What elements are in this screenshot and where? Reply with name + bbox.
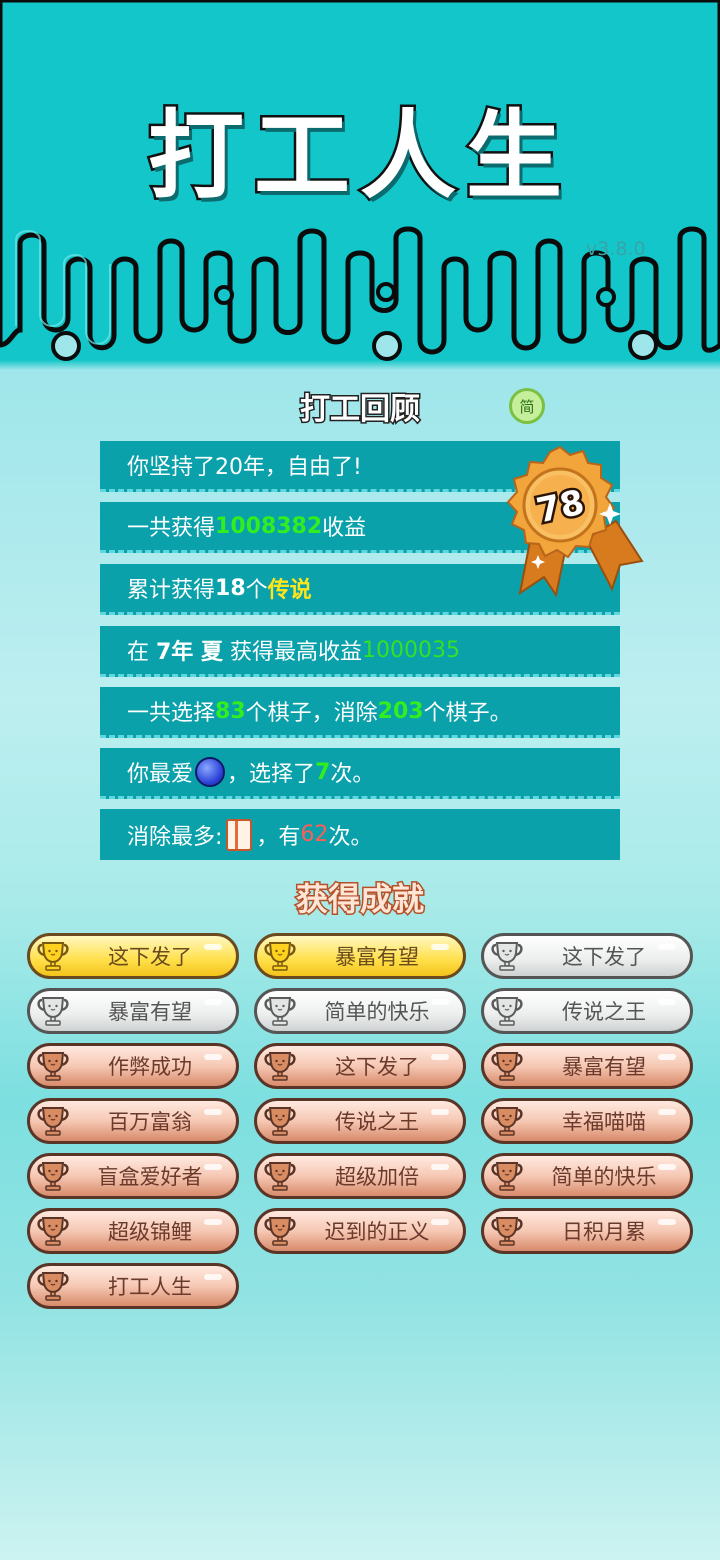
pill-highlight bbox=[431, 1219, 449, 1225]
pill-highlight bbox=[204, 944, 222, 950]
trophy-icon bbox=[264, 942, 296, 971]
stat-text: 收益 bbox=[322, 516, 367, 541]
pill-highlight bbox=[204, 1054, 222, 1060]
stat-value: 1008382 bbox=[215, 513, 323, 539]
stat-row-most-eliminated: 消除最多: ，有 62 次。 bbox=[100, 809, 620, 860]
trophy-icon bbox=[491, 997, 523, 1026]
pill-highlight bbox=[658, 1164, 676, 1170]
achievement-badge[interactable]: 百万富翁 bbox=[27, 1098, 239, 1144]
trophy-icon bbox=[264, 1217, 296, 1246]
score-medal-icon: 78 bbox=[506, 445, 644, 598]
stat-text: ，选择了 bbox=[227, 762, 316, 787]
achievement-badge[interactable]: 暴富有望 bbox=[481, 1043, 693, 1089]
trophy-icon bbox=[37, 1052, 69, 1081]
achievement-badge[interactable]: 简单的快乐 bbox=[481, 1153, 693, 1199]
achievement-badge[interactable]: 打工人生 bbox=[27, 1263, 239, 1309]
stat-value: 62 bbox=[300, 822, 329, 847]
review-section-title: 打工回顾 bbox=[299, 391, 422, 429]
stat-text: 你坚持了20年，自由了! bbox=[127, 455, 362, 480]
stat-row-pieces: 一共选择 83 个棋子，消除 203 个棋子。 bbox=[100, 687, 620, 738]
achievement-badge[interactable]: 暴富有望 bbox=[27, 988, 239, 1034]
trophy-icon bbox=[264, 1162, 296, 1191]
pill-highlight bbox=[658, 999, 676, 1005]
pill-highlight bbox=[431, 999, 449, 1005]
stat-text: 次。 bbox=[328, 824, 373, 850]
achievement-badge[interactable]: 这下发了 bbox=[27, 933, 239, 979]
pill-highlight bbox=[658, 944, 676, 950]
game-title: 打工人生 bbox=[146, 98, 572, 215]
trophy-icon bbox=[491, 1052, 523, 1081]
pill-highlight bbox=[204, 1219, 222, 1225]
achievement-badge[interactable]: 这下发了 bbox=[254, 1043, 466, 1089]
trophy-icon bbox=[264, 1107, 296, 1136]
achievement-badge[interactable]: 这下发了 bbox=[481, 933, 693, 979]
stat-season: 7年 夏 bbox=[156, 640, 223, 665]
achievement-badge[interactable]: 简单的快乐 bbox=[254, 988, 466, 1034]
book-icon bbox=[226, 818, 253, 851]
stat-text: 个 bbox=[245, 578, 268, 603]
blueberry-icon bbox=[195, 757, 226, 787]
stat-text: ，有 bbox=[256, 824, 301, 850]
stat-text: 获得最高收益 bbox=[222, 640, 362, 665]
pill-highlight bbox=[658, 1109, 676, 1115]
stat-value: 7 bbox=[315, 759, 331, 785]
stat-text: 一共获得 bbox=[127, 516, 216, 541]
stat-text: 累计获得 bbox=[127, 578, 216, 603]
stat-text: 次。 bbox=[330, 762, 375, 787]
pill-highlight bbox=[431, 1054, 449, 1060]
stat-row-best-income: 在 7年 夏 获得最高收益 1000035 bbox=[100, 626, 620, 677]
achievement-badge[interactable]: 超级锦鲤 bbox=[27, 1208, 239, 1254]
achievement-badge[interactable]: 传说之王 bbox=[254, 1098, 466, 1144]
stat-text: 你最爱 bbox=[127, 762, 194, 787]
achievement-badge[interactable]: 暴富有望 bbox=[254, 933, 466, 979]
trophy-icon bbox=[264, 1052, 296, 1081]
trophy-icon bbox=[37, 1272, 69, 1301]
stat-value: 1000035 bbox=[361, 637, 460, 663]
achievement-badge[interactable]: 作弊成功 bbox=[27, 1043, 239, 1089]
trophy-icon bbox=[37, 942, 69, 971]
pill-highlight bbox=[204, 999, 222, 1005]
pill-highlight bbox=[431, 1164, 449, 1170]
trophy-icon bbox=[37, 1217, 69, 1246]
trophy-icon bbox=[37, 1107, 69, 1136]
achievement-badge[interactable]: 超级加倍 bbox=[254, 1153, 466, 1199]
achievement-badge[interactable]: 迟到的正义 bbox=[254, 1208, 466, 1254]
stat-text: 个棋子。 bbox=[423, 701, 512, 726]
pill-highlight bbox=[658, 1054, 676, 1060]
pill-highlight bbox=[431, 1109, 449, 1115]
achievement-badge[interactable]: 传说之王 bbox=[481, 988, 693, 1034]
stat-value: 203 bbox=[377, 698, 424, 724]
pill-highlight bbox=[204, 1164, 222, 1170]
achievement-badge[interactable]: 日积月累 bbox=[481, 1208, 693, 1254]
trophy-icon bbox=[491, 1217, 523, 1246]
pill-highlight bbox=[431, 944, 449, 950]
trophy-icon bbox=[491, 1162, 523, 1191]
stat-value: 18 bbox=[215, 575, 246, 601]
trophy-icon bbox=[491, 942, 523, 971]
pill-highlight bbox=[658, 1219, 676, 1225]
stat-text: 个棋子，消除 bbox=[245, 701, 378, 726]
stat-row-favorite: 你最爱 ，选择了 7 次。 bbox=[100, 748, 620, 799]
achievement-badge[interactable]: 盲盒爱好者 bbox=[27, 1153, 239, 1199]
stat-legend-label: 传说 bbox=[267, 578, 312, 603]
pill-highlight bbox=[204, 1274, 222, 1280]
stat-value: 83 bbox=[215, 698, 246, 724]
trophy-icon bbox=[37, 1162, 69, 1191]
trophy-icon bbox=[264, 997, 296, 1026]
simplified-toggle-label: 简 bbox=[519, 397, 535, 416]
stat-text: 一共选择 bbox=[127, 701, 216, 726]
trophy-icon bbox=[37, 997, 69, 1026]
achievement-badge[interactable]: 幸福喵喵 bbox=[481, 1098, 693, 1144]
stat-text: 消除最多: bbox=[127, 824, 223, 850]
simplified-toggle-button[interactable]: 简 bbox=[509, 388, 545, 424]
pill-highlight bbox=[204, 1109, 222, 1115]
trophy-icon bbox=[491, 1107, 523, 1136]
achievements-title: 获得成就 bbox=[294, 879, 425, 920]
version-label: v3.8.0 bbox=[586, 238, 646, 260]
stat-text: 在 bbox=[127, 640, 156, 665]
